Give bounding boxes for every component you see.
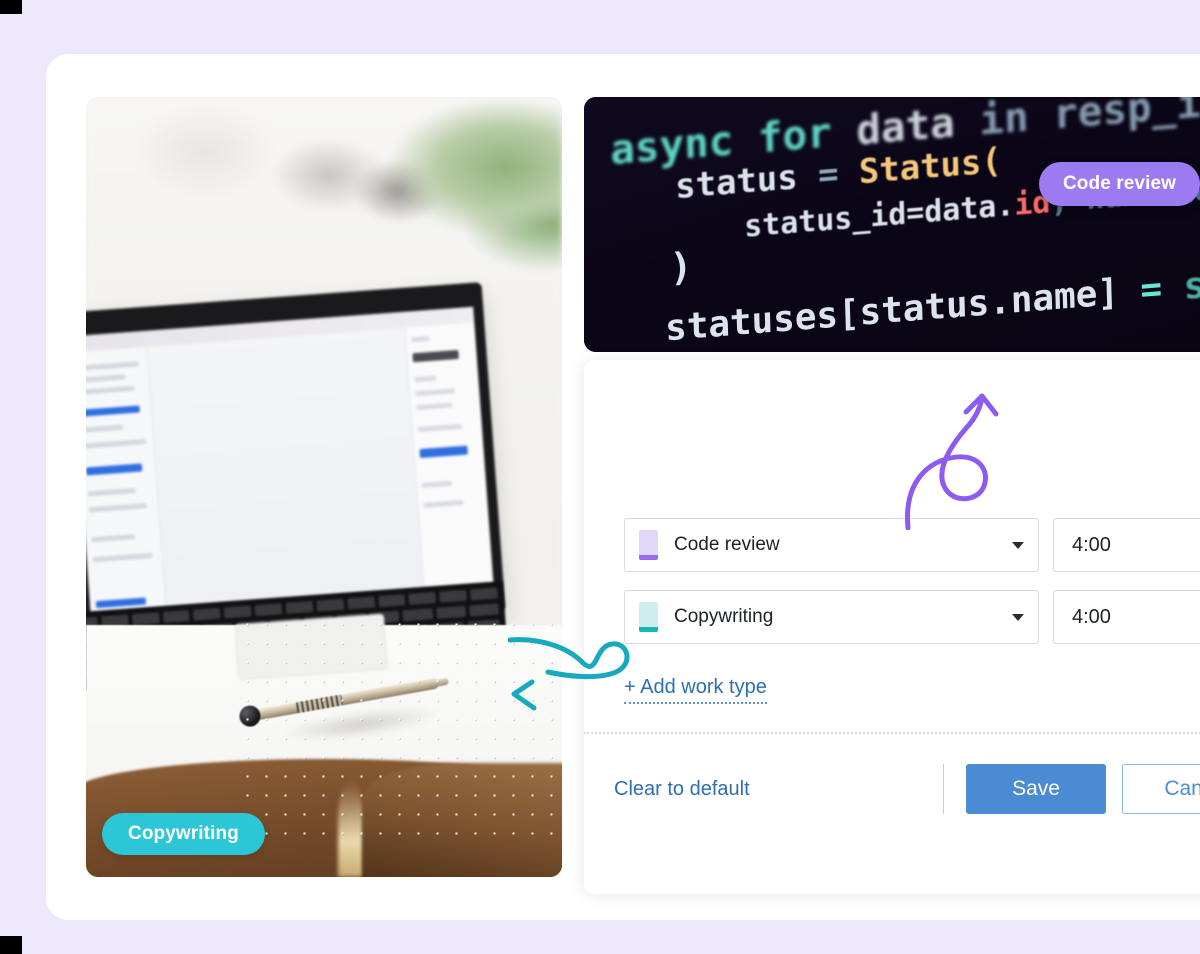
form-divider [584, 732, 1200, 734]
work-type-row: Code review 4:00 [624, 518, 1200, 572]
chevron-down-icon[interactable] [1012, 541, 1024, 549]
work-type-rows: Code review 4:00 Copywriting 4:00 + Add … [624, 518, 1200, 704]
photo-trackpad [234, 613, 388, 681]
code-token-eq2: = [1139, 268, 1163, 312]
code-token-open-paren: ( [980, 140, 1003, 183]
work-type-select-value: Copywriting [674, 606, 774, 627]
work-type-select-value: Code review [674, 534, 780, 555]
code-token-Status: Status [858, 142, 982, 193]
code-token-status: status [674, 157, 799, 208]
photo-screen-inspector [404, 322, 496, 616]
work-type-time-input[interactable]: 4:00 [1053, 590, 1200, 644]
work-type-form-panel: Code review 4:00 Copywriting 4:00 + Add … [584, 360, 1200, 894]
add-work-type-link[interactable]: + Add work type [624, 676, 767, 704]
work-type-time-input[interactable]: 4:00 [1053, 518, 1200, 572]
work-type-select-code-review[interactable]: Code review [624, 518, 1039, 572]
app-card: Copywriting async for data in resp_iter:… [46, 54, 1200, 920]
code-photo-text: async for data in resp_iter: status = St… [584, 97, 1200, 352]
badge-copywriting: Copywriting [102, 813, 265, 855]
cancel-button[interactable]: Cancel [1122, 764, 1200, 814]
form-footer: Clear to default Save Cancel [614, 764, 1200, 814]
badge-code-review: Code review [1038, 162, 1200, 206]
footer-vertical-divider [943, 764, 944, 814]
photo-panel-copywriting: Copywriting [86, 97, 562, 877]
code-token-resp-iter: resp_iter: [1052, 97, 1200, 139]
code-token-equals: = [817, 153, 840, 196]
work-type-select-copywriting[interactable]: Copywriting [624, 590, 1039, 644]
clear-to-default-link[interactable]: Clear to default [614, 778, 750, 801]
save-button[interactable]: Save [966, 764, 1106, 814]
code-token-statuses: statuses[status.name] [664, 271, 1120, 350]
code-token-close-paren: ) [668, 244, 693, 290]
code-token-status2: status [1183, 256, 1200, 308]
work-type-row: Copywriting 4:00 [624, 590, 1200, 644]
work-type-time-value: 4:00 [1072, 533, 1111, 556]
code-token-in: in [978, 97, 1030, 145]
color-swatch-icon [639, 602, 658, 632]
photo-book-right-pages [362, 763, 562, 877]
color-swatch-icon [639, 530, 658, 560]
work-type-time-value: 4:00 [1072, 605, 1111, 628]
photo-book-gutter [338, 781, 365, 877]
corner-registration-mark-bottom [0, 936, 22, 954]
corner-registration-mark-top [0, 0, 22, 14]
photo-screen-sidebar [86, 346, 169, 640]
code-photo-panel: async for data in resp_iter: status = St… [584, 97, 1200, 352]
chevron-down-icon[interactable] [1012, 613, 1024, 621]
